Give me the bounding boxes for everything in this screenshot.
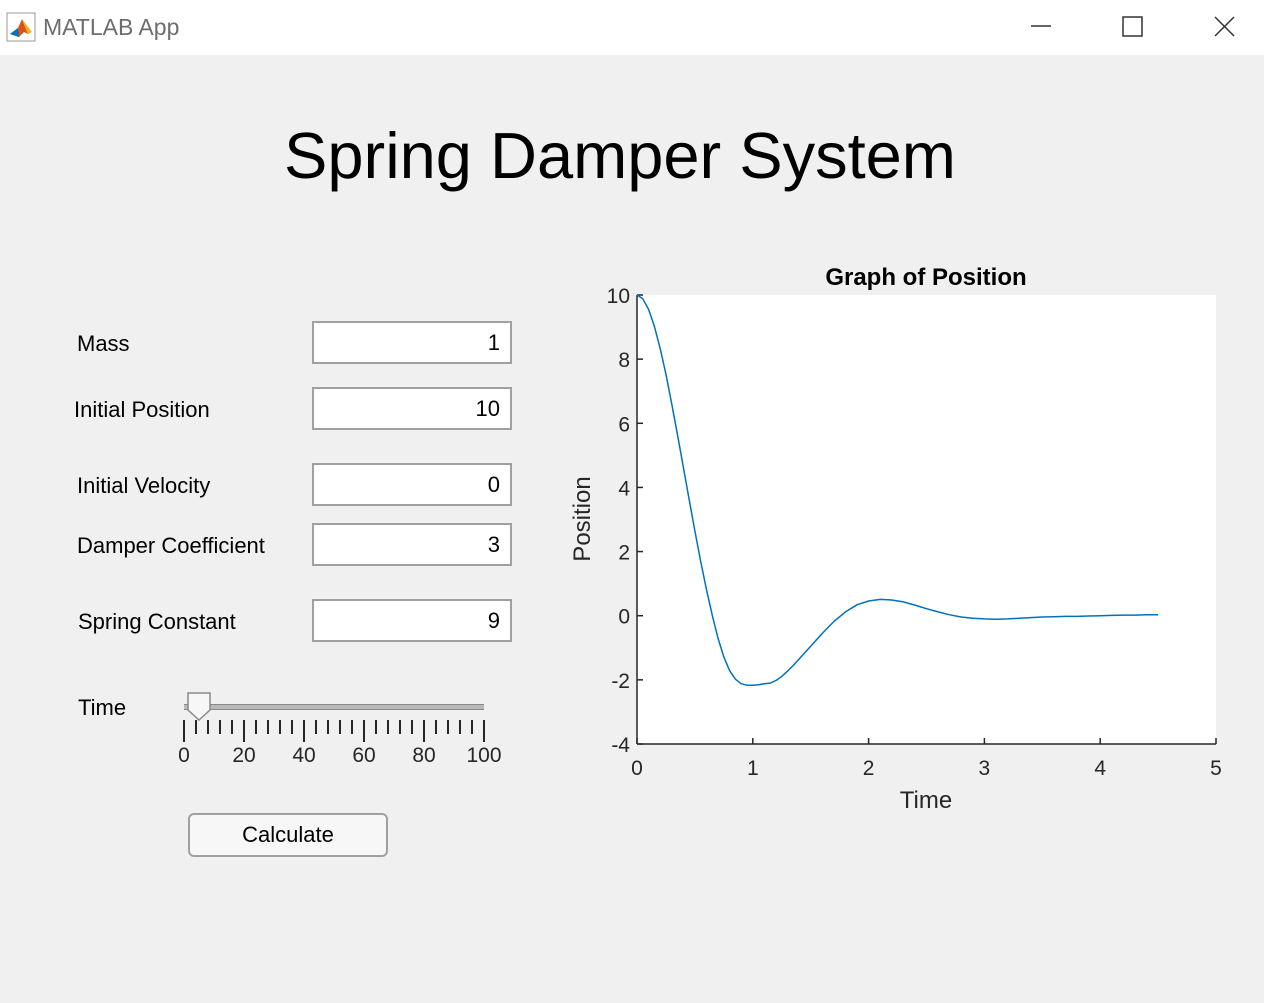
y-tick-label: -4 <box>611 734 630 757</box>
spring-constant-label: Spring Constant <box>78 609 236 634</box>
x-axis-label: Time <box>900 787 952 814</box>
damper-coefficient-field[interactable] <box>312 523 512 566</box>
x-tick-label: 5 <box>1210 757 1222 780</box>
window-titlebar: MATLAB App <box>0 0 1264 55</box>
y-tick-label: 6 <box>618 413 630 436</box>
y-tick-label: 2 <box>618 542 630 565</box>
app-heading: Spring Damper System <box>284 119 956 192</box>
maximize-button[interactable] <box>1087 0 1179 55</box>
x-tick-label: 4 <box>1094 757 1106 780</box>
slider-tick-label: 100 <box>466 744 502 767</box>
initial-position-label: Initial Position <box>74 397 210 422</box>
chart-title: Graph of Position <box>825 264 1026 291</box>
mass-field[interactable] <box>312 321 512 364</box>
y-axis-label: Position <box>569 476 596 561</box>
slider-tick-label: 80 <box>412 744 436 767</box>
time-slider-track[interactable] <box>184 704 484 710</box>
x-tick-label: 0 <box>631 757 643 780</box>
minimize-button[interactable] <box>995 0 1087 55</box>
y-tick-label: 10 <box>607 285 630 308</box>
close-button[interactable] <box>1172 0 1264 55</box>
window-title: MATLAB App <box>43 14 180 40</box>
slider-tick-label: 40 <box>292 744 316 767</box>
x-tick-label: 3 <box>979 757 991 780</box>
slider-tick-label: 20 <box>232 744 256 767</box>
spring-constant-field[interactable] <box>312 599 512 642</box>
y-tick-label: 0 <box>618 606 630 629</box>
time-slider-ticks <box>183 720 485 742</box>
time-label: Time <box>78 695 127 720</box>
position-chart: Graph of Position Time Position 0 1 2 3 4 5 -4… <box>569 264 1222 814</box>
y-tick-label: -2 <box>611 670 630 693</box>
initial-position-field[interactable] <box>312 387 512 430</box>
plot-area <box>637 295 1216 744</box>
damper-coefficient-label: Damper Coefficient <box>77 533 265 558</box>
y-tick-label: 4 <box>618 477 630 500</box>
slider-tick-label: 60 <box>352 744 376 767</box>
x-tick-label: 1 <box>747 757 759 780</box>
minimize-icon <box>1031 25 1051 27</box>
calculate-button[interactable]: Calculate <box>188 813 388 857</box>
matlab-app-icon <box>6 12 36 42</box>
close-icon <box>1214 16 1235 37</box>
x-tick-label: 2 <box>863 757 875 780</box>
initial-velocity-label: Initial Velocity <box>77 473 211 498</box>
slider-tick-label: 0 <box>178 744 190 767</box>
maximize-icon <box>1122 16 1143 37</box>
mass-label: Mass <box>77 331 130 356</box>
initial-velocity-field[interactable] <box>312 463 512 506</box>
y-tick-label: 8 <box>618 349 630 372</box>
